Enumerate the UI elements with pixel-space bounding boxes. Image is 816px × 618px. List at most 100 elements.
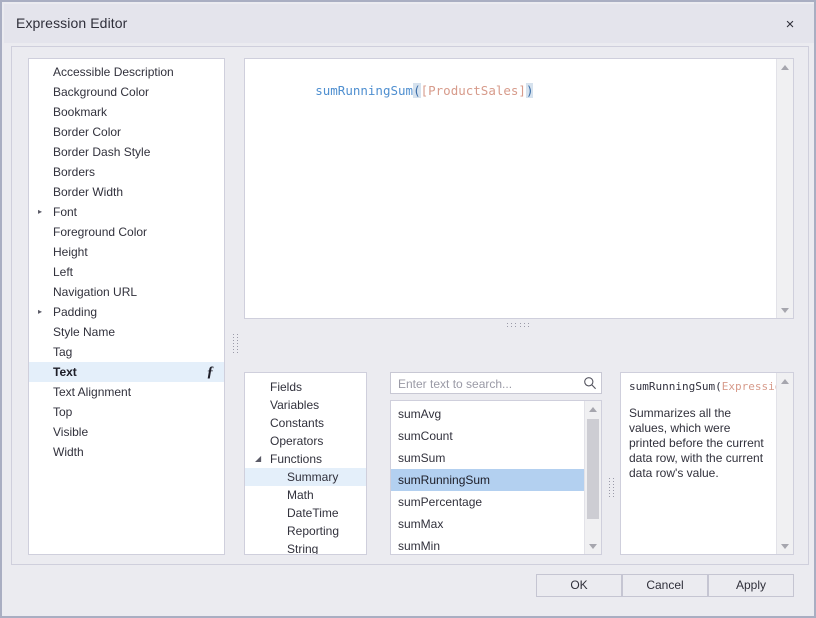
tree-item-constants[interactable]: Constants (245, 414, 366, 432)
tree-item-label: String (287, 542, 319, 555)
scroll-up-icon[interactable] (585, 401, 601, 417)
scroll-down-icon[interactable] (777, 302, 793, 318)
tree-item-math[interactable]: Math (245, 486, 366, 504)
property-row-label: Style Name (53, 325, 116, 339)
splitter-grip-left[interactable] (233, 334, 238, 353)
tree-item-summary[interactable]: Summary (245, 468, 366, 486)
function-list-item[interactable]: sumMax (391, 513, 585, 535)
scroll-down-icon[interactable] (585, 538, 601, 554)
function-list-item[interactable]: sumCount (391, 425, 585, 447)
property-row[interactable]: Text Alignment (29, 382, 224, 402)
property-row[interactable]: Border Dash Style (29, 142, 224, 162)
expression-close-paren: ) (525, 83, 534, 98)
ok-button[interactable]: OK (536, 574, 622, 597)
scroll-up-icon[interactable] (777, 373, 793, 389)
property-row-label: Height (53, 245, 88, 259)
property-row-label: Border Width (53, 185, 124, 199)
property-row-label: Border Dash Style (53, 145, 151, 159)
tree-item-fields[interactable]: Fields (245, 378, 366, 396)
function-list-item[interactable]: sumPercentage (391, 491, 585, 513)
property-row[interactable]: Navigation URL (29, 282, 224, 302)
property-row[interactable]: Style Name (29, 322, 224, 342)
function-list-item[interactable]: sumSum (391, 447, 585, 469)
cancel-button[interactable]: Cancel (622, 574, 708, 597)
scroll-up-icon[interactable] (777, 59, 793, 75)
tree-item-label: Summary (287, 470, 339, 484)
property-row-label: Foreground Color (53, 225, 148, 239)
property-row[interactable]: Border Width (29, 182, 224, 202)
property-row[interactable]: Tag (29, 342, 224, 362)
chevron-down-icon[interactable]: ◢ (255, 450, 265, 468)
function-list-item[interactable]: sumAvg (391, 403, 585, 425)
property-row[interactable]: Foreground Color (29, 222, 224, 242)
function-list-scrollbar[interactable] (584, 401, 601, 554)
function-fx-icon[interactable]: ƒ (207, 362, 215, 382)
description-scrollbar[interactable] (776, 373, 793, 554)
property-list[interactable]: Accessible Description Background Color Bo… (28, 58, 225, 555)
tree-item-string[interactable]: String (245, 540, 366, 555)
close-icon[interactable]: × (778, 12, 802, 36)
property-row-label: Top (53, 405, 73, 419)
expression-input[interactable]: sumRunningSum([ProductSales]) (244, 58, 794, 319)
tree-item-label: Reporting (287, 524, 340, 538)
function-list[interactable]: sumAvg sumCount sumSum sumRunningSum sumPerc… (390, 400, 602, 555)
property-row-label: Bookmark (53, 105, 108, 119)
property-row[interactable]: Height (29, 242, 224, 262)
apply-button[interactable]: Apply (708, 574, 794, 597)
tree-item-datetime[interactable]: DateTime (245, 504, 366, 522)
tree-item-label: DateTime (287, 506, 339, 520)
expression-open-paren: ( (413, 83, 421, 98)
tree-item-variables[interactable]: Variables (245, 396, 366, 414)
splitter-grip-right[interactable] (609, 478, 614, 497)
function-list-item[interactable]: sumMin (391, 535, 585, 554)
property-row-label: Text Alignment (53, 385, 132, 399)
property-row-label: Padding (53, 305, 98, 319)
property-row[interactable]: Left (29, 262, 224, 282)
scroll-down-icon[interactable] (777, 538, 793, 554)
expression-editor-dialog: Expression Editor × Accessible Descripti… (0, 0, 816, 618)
property-row[interactable]: Visible (29, 422, 224, 442)
tree-item-label: Operators (270, 434, 324, 448)
property-row-label: Accessible Description (53, 65, 174, 79)
property-row-label: Border Color (53, 125, 122, 139)
property-row-label: Borders (53, 165, 96, 179)
tree-item-operators[interactable]: Operators (245, 432, 366, 450)
tree-item-functions[interactable]: ◢ Functions (245, 450, 366, 468)
category-tree[interactable]: Fields Variables Constants Operators ◢ Functi… (244, 372, 367, 555)
signature-name: sumRunningSum (629, 380, 716, 393)
property-row-label: Left (53, 265, 74, 279)
property-row[interactable]: Bookmark (29, 102, 224, 122)
property-row[interactable]: Text ƒ (29, 362, 224, 382)
function-list-item[interactable]: sumRunningSum (391, 469, 585, 491)
signature-open-paren: ( (715, 380, 722, 393)
property-row[interactable]: Borders (29, 162, 224, 182)
description-panel: sumRunningSum(Expression) Summarizes all… (620, 372, 794, 555)
title-bar: Expression Editor × (4, 4, 814, 43)
expression-function-token: sumRunningSum (315, 83, 414, 98)
tree-item-label: Variables (270, 398, 320, 412)
tree-item-label: Math (287, 488, 314, 502)
property-row[interactable]: ▸ Padding (29, 302, 224, 322)
search-icon[interactable] (583, 376, 597, 390)
property-row[interactable]: Border Color (29, 122, 224, 142)
chevron-right-icon[interactable]: ▸ (38, 302, 48, 322)
property-row[interactable]: Accessible Description (29, 62, 224, 82)
property-row[interactable]: Width (29, 442, 224, 462)
search-field[interactable] (390, 372, 602, 395)
splitter-grip-horizontal[interactable] (507, 323, 529, 328)
property-row[interactable]: Background Color (29, 82, 224, 102)
tree-item-reporting[interactable]: Reporting (245, 522, 366, 540)
property-row-label: Width (53, 445, 84, 459)
search-input[interactable] (396, 373, 580, 395)
function-list-rows[interactable]: sumAvg sumCount sumSum sumRunningSum sumPerc… (391, 401, 585, 554)
property-row-label: Tag (53, 345, 73, 359)
property-row-label: Font (53, 205, 78, 219)
scrollbar-thumb[interactable] (587, 419, 599, 519)
property-row[interactable]: ▸ Font (29, 202, 224, 222)
function-signature: sumRunningSum(Expression) (629, 380, 793, 393)
tree-item-label: Constants (270, 416, 325, 430)
expression-scrollbar[interactable] (776, 59, 793, 318)
property-row[interactable]: Top (29, 402, 224, 422)
expression-field-token: [ProductSales] (420, 83, 526, 98)
chevron-right-icon[interactable]: ▸ (38, 202, 48, 222)
